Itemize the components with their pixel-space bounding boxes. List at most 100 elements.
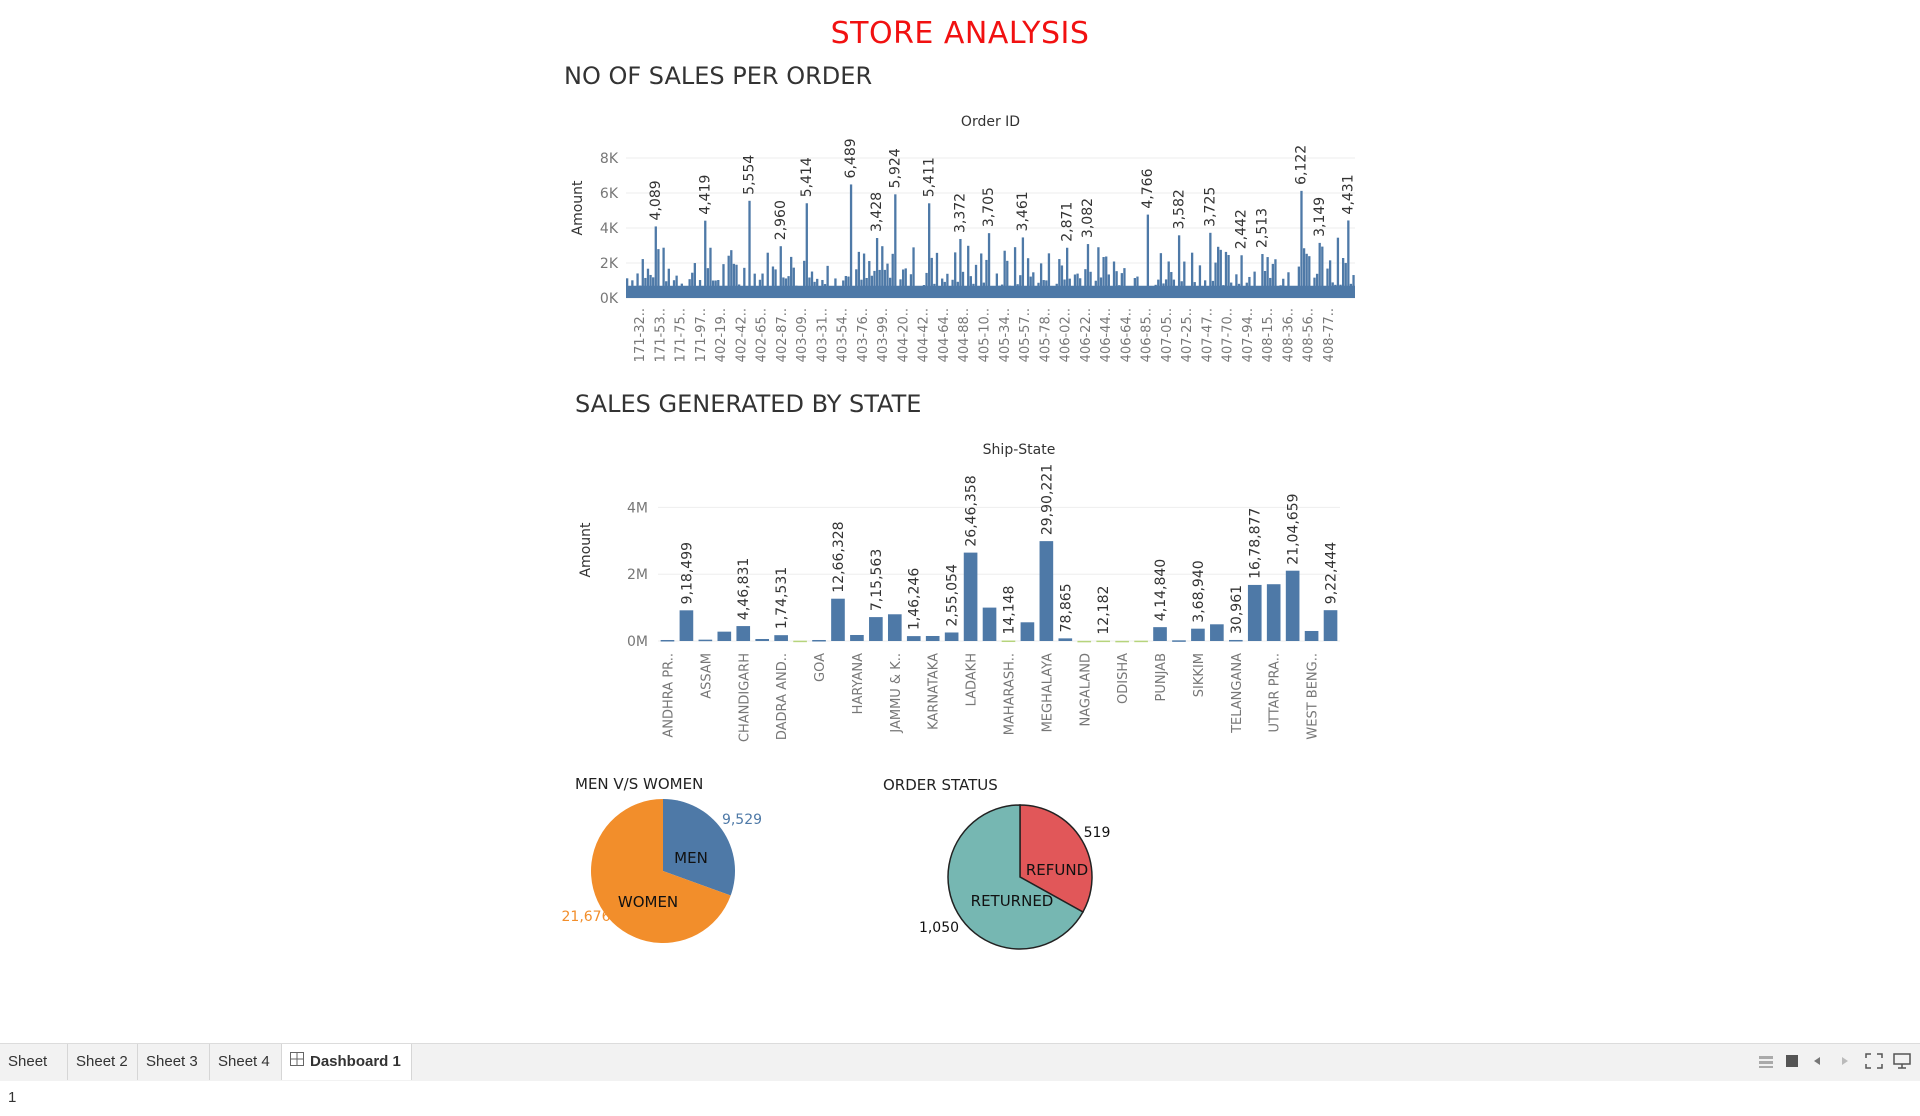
data-label: 3,725 [1203, 187, 1219, 227]
state-bar [660, 639, 675, 642]
state-bar [679, 610, 694, 641]
state-bar [831, 598, 845, 641]
state-bar [1210, 624, 1224, 641]
x-tick-label: 403-99.. [876, 308, 891, 362]
data-label: 2,960 [773, 200, 789, 240]
x-tick-label: 403-31.. [815, 308, 830, 362]
state-bar [1058, 638, 1073, 641]
slice-value: 1,050 [919, 920, 959, 936]
data-label: 30,961 [1229, 585, 1245, 634]
state-bar [1172, 640, 1186, 642]
tab-sheet-1[interactable]: Sheet 1 [0, 1044, 68, 1106]
expand-icon[interactable] [1864, 1052, 1884, 1075]
y-tick-label: 2K [600, 256, 619, 272]
x-tick-label: 404-42.. [917, 308, 932, 362]
data-label: 2,442 [1234, 209, 1250, 249]
slice-value: 21,676 [562, 909, 611, 925]
tab-sheet-4[interactable]: Sheet 4 [210, 1044, 282, 1080]
state-bar [925, 635, 940, 641]
y-tick-label: 8K [600, 151, 619, 167]
x-tick-label: 408-15.. [1261, 308, 1276, 362]
x-tick-label: HARYANA [851, 653, 866, 714]
state-bar [812, 639, 826, 642]
data-label: 1,46,246 [907, 568, 923, 630]
state-bar [944, 632, 959, 641]
slice-label: WOMEN [618, 893, 678, 911]
x-tick-label: WEST BENG.. [1306, 653, 1321, 740]
state-bar [1228, 639, 1243, 642]
x-tick-label: 407-47.. [1200, 308, 1215, 362]
tab-sheet-3[interactable]: Sheet 3 [138, 1044, 210, 1080]
y-tick-label: 4K [600, 221, 619, 237]
x-tick-label: 406-64.. [1119, 308, 1134, 362]
order-bar [748, 200, 751, 298]
x-tick-label: 171-32.. [633, 308, 648, 362]
data-label: 4,419 [697, 175, 713, 215]
x-tick-label: 404-88.. [957, 308, 972, 362]
state-bar [755, 638, 770, 641]
men-vs-women-pie[interactable]: MEN 9,529 WOMEN 21,676 [550, 790, 790, 960]
x-tick-label: 403-76.. [856, 308, 871, 362]
x-tick-label: 402-42.. [734, 308, 749, 362]
column-header: Order ID [961, 114, 1020, 130]
order-status-pie[interactable]: REFUND 519 RETURNED 1,050 [905, 795, 1145, 965]
y-tick-label: 2M [627, 567, 648, 583]
present-icon[interactable] [1892, 1052, 1912, 1075]
next-icon[interactable] [1838, 1052, 1852, 1075]
data-label: 5,414 [799, 157, 815, 197]
x-tick-label: ASSAM [699, 653, 714, 699]
data-label: 4,089 [648, 180, 664, 220]
sales-per-order-title: NO OF SALES PER ORDER [564, 62, 873, 90]
x-tick-label: 408-77.. [1322, 308, 1337, 362]
x-tick-label: GOA [813, 653, 828, 682]
x-tick-label: 407-94.. [1241, 308, 1256, 362]
state-bar [717, 631, 732, 641]
x-tick-label: 403-54.. [836, 308, 851, 362]
x-tick-label: 171-97.. [694, 308, 709, 362]
column-header: Ship-State [983, 442, 1056, 458]
state-bar [1115, 640, 1129, 643]
x-tick-label: 405-78.. [1038, 308, 1053, 362]
tab-sheet-2[interactable]: Sheet 2 [68, 1044, 138, 1080]
state-bar [736, 626, 751, 641]
state-bar [1266, 584, 1281, 641]
data-label: 4,46,831 [736, 558, 752, 620]
x-tick-label: MAHARASH.. [1002, 653, 1017, 735]
x-tick-label: 405-57.. [1018, 308, 1033, 362]
state-bar [906, 636, 921, 641]
order-bars-base [626, 285, 1355, 298]
x-tick-label: NAGALAND [1078, 653, 1093, 727]
x-tick-label: CHANDIGARH [737, 653, 752, 742]
x-tick-label: 408-36.. [1281, 308, 1296, 362]
state-bar [698, 639, 713, 642]
data-label: 9,18,499 [679, 542, 695, 604]
y-tick-label: 0K [600, 291, 619, 307]
x-tick-label: DADRA AND.. [775, 653, 790, 740]
data-label: 4,431 [1340, 174, 1356, 214]
order-bar [805, 203, 808, 298]
state-bar [1001, 640, 1016, 643]
state-bar [1039, 541, 1054, 641]
x-tick-label: 407-70.. [1221, 308, 1236, 362]
y-tick-label: 6K [600, 186, 619, 202]
x-tick-label: 402-19.. [714, 308, 729, 362]
fullscreen-icon[interactable] [1783, 1052, 1801, 1075]
x-tick-label: KARNATAKA [927, 653, 942, 730]
sales-by-state-chart[interactable]: Ship-State Amount 0M 2M 4M ANDHRA PR.. 9,18,49… [560, 434, 1360, 754]
state-bar [1134, 640, 1148, 643]
presentation-mode-icon[interactable] [1757, 1052, 1775, 1075]
tab-dashboard-1[interactable]: Dashboard 1 [282, 1044, 412, 1080]
state-bar [887, 614, 902, 641]
state-bar [774, 635, 788, 641]
data-label: 78,865 [1058, 583, 1074, 632]
previous-icon[interactable] [1810, 1052, 1824, 1075]
data-label: 3,428 [869, 192, 885, 232]
x-tick-label: UTTAR PRA.. [1268, 653, 1283, 733]
order-bar [849, 184, 853, 298]
data-label: 14,148 [1001, 586, 1017, 635]
tab-dashboard-1-label: Dashboard 1 [310, 1053, 401, 1070]
slice-value: 519 [1084, 825, 1111, 841]
data-label: 3,372 [953, 193, 969, 233]
sales-per-order-chart[interactable]: Order ID Amount 0K 2K 4K 6K 8K 4,089 4,419 5,554 2… [560, 108, 1360, 368]
x-tick-label: 407-25.. [1180, 308, 1195, 362]
